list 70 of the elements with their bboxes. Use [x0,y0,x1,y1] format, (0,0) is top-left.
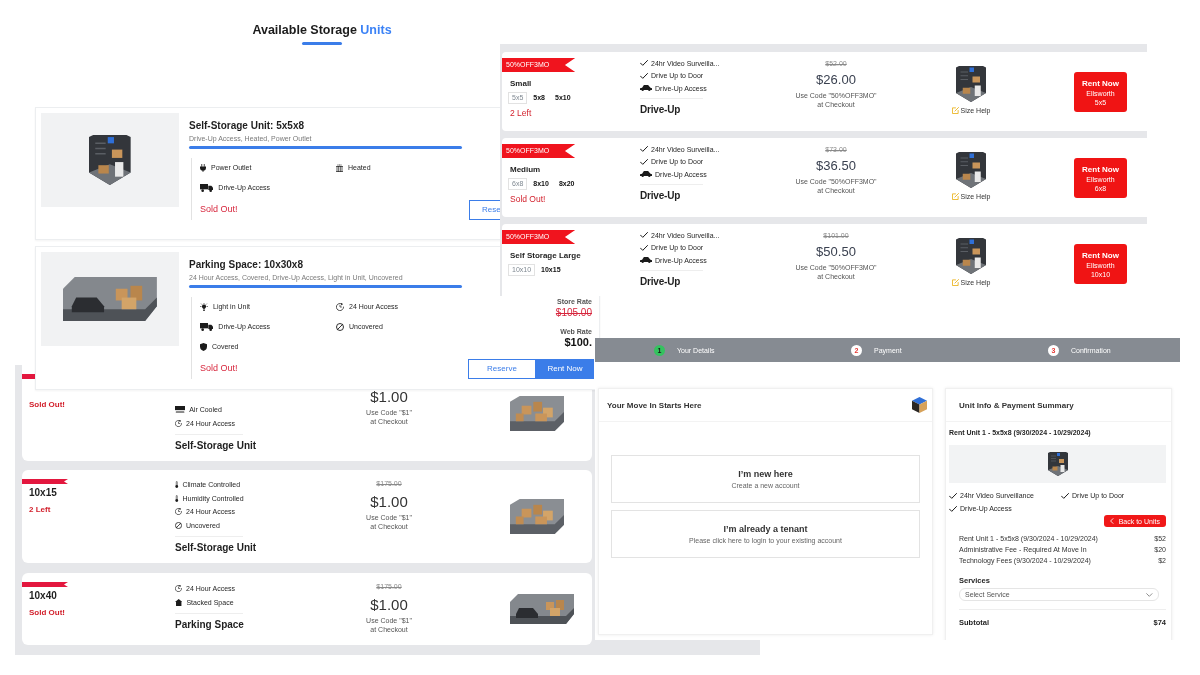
unit-type: Parking Space [175,619,244,631]
rate-value: $105.00 [555,305,592,319]
sale-price: $1.00 [370,387,408,407]
sale-price: $1.00 [370,492,408,512]
storage-unit-drawing [956,66,986,102]
availability-status: 2 Left [510,107,532,119]
reserve-button[interactable]: Reserve [468,358,536,379]
storage-room-drawing [510,499,565,534]
unit-size: 10x40 [29,590,57,602]
thermometer-icon [175,481,179,489]
unit-title: Self-Storage Unit: 5x5x8 [189,118,305,133]
prohibited-icon [336,322,344,331]
storage-unit-drawing [956,238,986,274]
rate-value: $100. [564,335,592,349]
chevron-left-icon [1110,518,1114,524]
truck-icon [200,183,214,192]
plug-icon [200,163,206,172]
storage-unit-drawing [956,152,986,188]
availability-status: Sold Out! [29,607,65,618]
edit-icon [951,193,959,200]
ribbon-icon [22,479,68,484]
availability-status: Sold Out! [29,399,65,410]
sale-price: $50.50 [816,243,856,260]
parking-space-drawing [510,594,574,624]
sale-price: $26.00 [816,71,856,88]
edit-icon [951,107,959,114]
cube-icon [911,397,927,413]
unit-title: Parking Space: 10x30x8 [189,257,303,272]
storage-room-drawing [510,395,565,431]
unit-type: Drive-Up [640,103,681,116]
unit-name: Self Storage Large [510,250,581,262]
car-icon [640,257,652,264]
clock-icon [175,508,182,516]
section-title: Your Move In Starts Here [607,400,702,410]
truck-icon [200,322,214,331]
availability-status: Sold Out! [510,193,546,205]
unit-name: Small [510,78,532,90]
sale-price: $36.50 [816,157,856,174]
clock-icon [336,302,344,311]
storage-unit-drawing [89,134,131,185]
unit-type: Drive-Up [640,189,681,202]
page-heading: Available Storage Units [252,23,392,38]
unit-size: 10x15 [29,487,57,499]
edit-icon [951,279,959,286]
storage-unit-drawing [1047,452,1068,476]
unit-type: Drive-Up [640,275,681,288]
radiator-icon [336,163,343,172]
unit-type: Self-Storage Unit [175,440,257,452]
check-icon [1061,492,1069,499]
clock-icon [175,419,182,427]
rent-now-button[interactable]: Rent Now [536,358,594,379]
availability-status: 2 Left [29,504,51,515]
shield-icon [200,342,207,351]
light-bulb-icon [200,302,208,311]
chevron-down-icon [1146,592,1153,597]
clock-icon [175,585,182,593]
reserve-button[interactable]: Rese [469,199,502,220]
air-conditioner-icon [175,406,186,414]
ribbon-icon [22,582,68,587]
unit-name: Medium [510,164,541,176]
house-icon [175,598,183,606]
thermometer-icon [175,494,179,502]
prohibited-icon [175,521,182,529]
section-title: Unit Info & Payment Summary [959,400,1074,410]
car-icon [640,85,652,92]
car-icon [640,171,652,178]
availability-status: Sold Out! [200,203,238,215]
availability-status: Sold Out! [200,362,238,374]
sale-price: $1.00 [370,595,408,615]
unit-type: Self-Storage Unit [175,542,257,554]
